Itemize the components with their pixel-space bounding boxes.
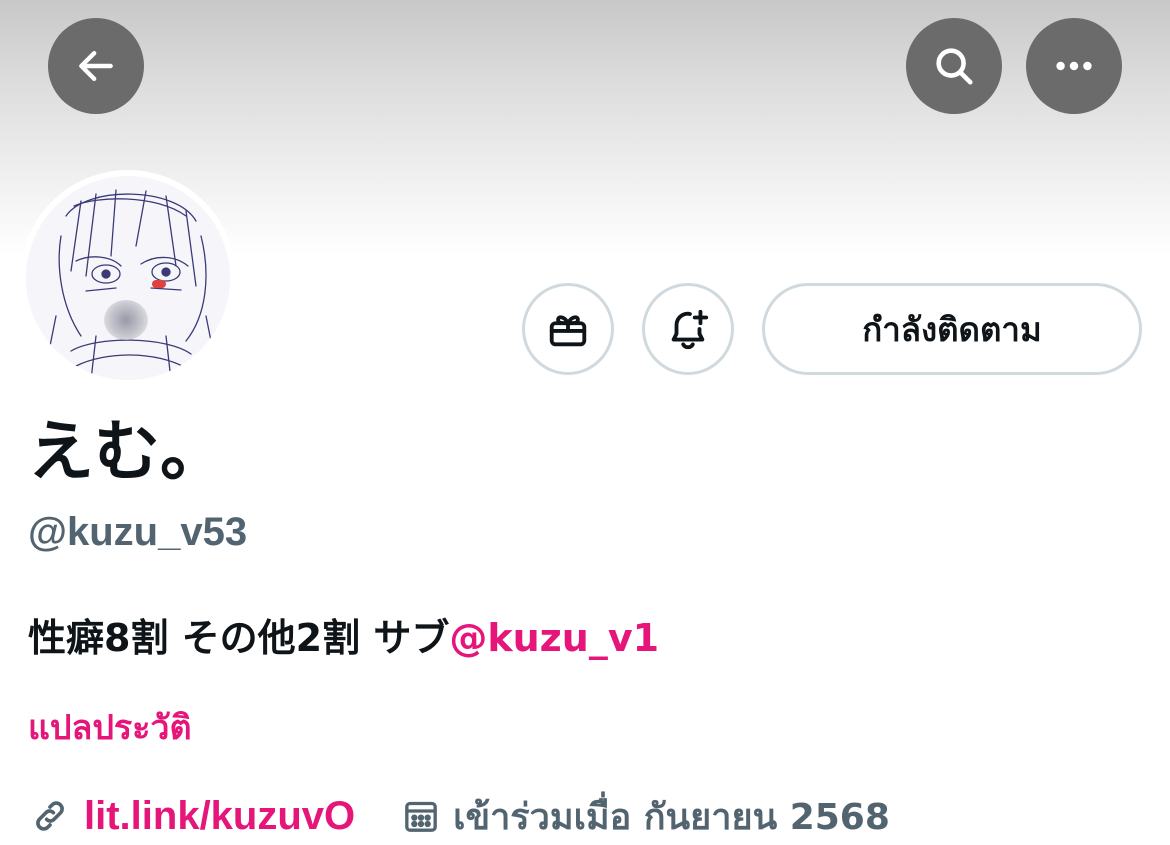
profile-handle: @kuzu_v53 [28, 510, 248, 554]
gift-icon [549, 315, 587, 347]
profile-meta: lit.link/kuzuvO เข้าร่วมเมื่อ กันยายน 25… [28, 788, 890, 844]
bio-mention-link[interactable]: @kuzu_v1 [449, 616, 659, 660]
calendar-icon [399, 794, 443, 838]
avatar-image [26, 176, 230, 380]
notify-button[interactable] [642, 283, 734, 375]
following-label: กำลังติดตาม [862, 309, 1042, 349]
more-horizontal-icon [1056, 61, 1092, 71]
back-button[interactable] [48, 18, 144, 114]
profile-website-link[interactable]: lit.link/kuzuvO [84, 794, 355, 839]
avatar-blush [152, 280, 166, 288]
bell-plus-icon [671, 309, 709, 350]
joined-date: เข้าร่วมเมื่อ กันยายน 2568 [453, 796, 890, 838]
arrow-left-icon [79, 50, 113, 82]
translate-bio-link[interactable]: แปลประวัติ [28, 703, 192, 753]
display-name: えむ。 [28, 413, 226, 490]
search-icon [936, 48, 973, 85]
following-button[interactable]: กำลังติดตาม [762, 283, 1142, 375]
gift-button[interactable] [522, 283, 614, 375]
more-button[interactable] [1026, 18, 1122, 114]
search-button[interactable] [906, 18, 1002, 114]
avatar[interactable] [20, 170, 236, 386]
profile-bio: 性癖8割 その他2割 サブ@kuzu_v1 [28, 610, 659, 666]
avatar-blur [104, 300, 148, 340]
bio-text: 性癖8割 その他2割 サブ [28, 616, 450, 660]
link-icon [28, 794, 72, 838]
